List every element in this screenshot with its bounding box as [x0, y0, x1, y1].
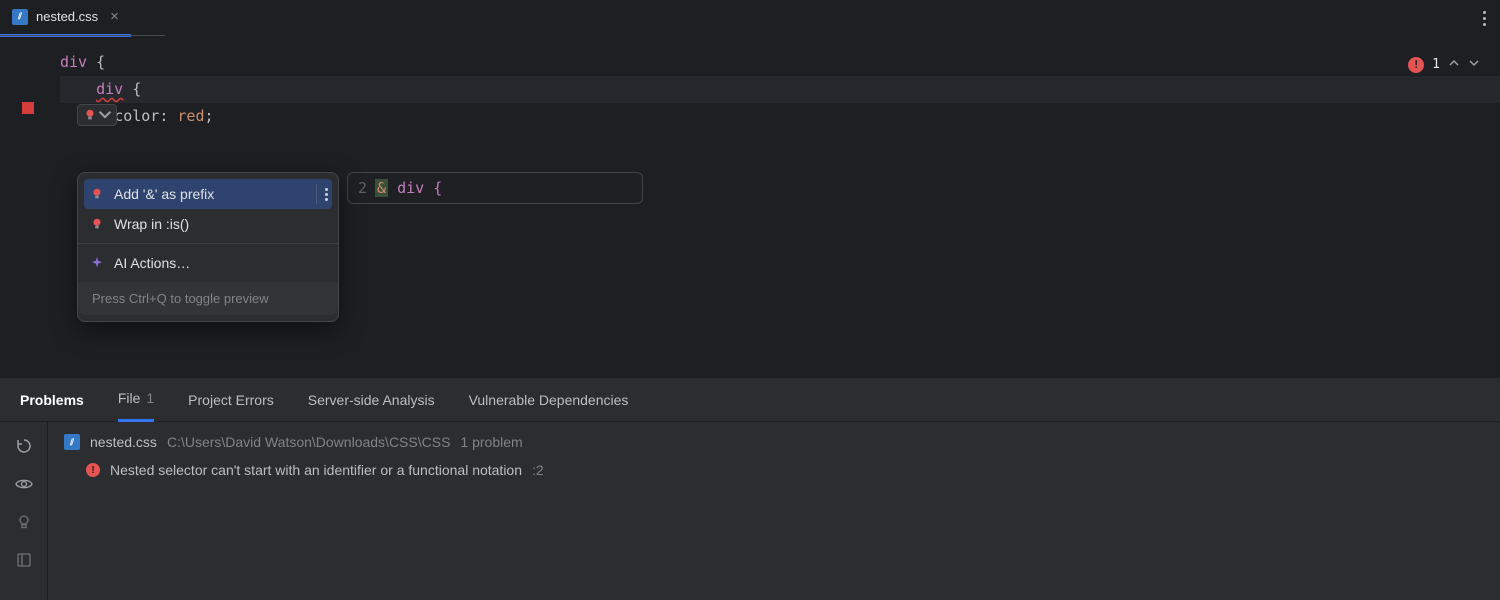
problem-location: :2 [532, 462, 544, 478]
lightbulb-icon [90, 217, 104, 231]
problems-file-name: nested.css [90, 434, 157, 450]
chevron-down-icon [98, 107, 112, 124]
intention-bulb-button[interactable] [77, 104, 117, 126]
panel-toolbar [0, 422, 48, 600]
file-tab-label: nested.css [36, 9, 98, 24]
tab-underline [0, 35, 165, 36]
sparkle-icon [90, 256, 104, 270]
quickfix-label: AI Actions… [114, 255, 190, 271]
problems-file-summary: 1 problem [460, 434, 522, 450]
problems-list: ⫽ nested.css C:\Users\David Watson\Downl… [48, 422, 1488, 600]
quickfix-preview: 2 & div { [347, 172, 643, 204]
refresh-icon[interactable] [14, 436, 34, 456]
panel-body: ⫽ nested.css C:\Users\David Watson\Downl… [0, 422, 1500, 600]
css-file-icon: ⫽ [12, 9, 28, 25]
error-icon: ! [86, 463, 100, 477]
close-icon[interactable]: × [110, 9, 119, 24]
lightbulb-icon[interactable] [14, 512, 34, 532]
layout-icon[interactable] [14, 550, 34, 570]
tab-file[interactable]: File 1 [118, 378, 154, 422]
problem-message: Nested selector can't start with an iden… [110, 462, 522, 478]
code-line: div { [60, 49, 1500, 76]
tab-project-errors[interactable]: Project Errors [188, 378, 274, 422]
scrollbar[interactable] [1488, 422, 1500, 600]
panel-tabs: Problems File 1 Project Errors Server-si… [0, 378, 1500, 422]
quickfix-add-prefix[interactable]: Add '&' as prefix [84, 179, 332, 209]
tab-problems[interactable]: Problems [20, 378, 84, 422]
menu-separator [78, 243, 338, 244]
more-options-icon[interactable] [316, 184, 328, 204]
gutter [0, 37, 60, 377]
quickfix-wrap-is[interactable]: Wrap in :is() [78, 209, 338, 239]
tab-bar: ⫽ nested.css × [0, 0, 1500, 37]
lightbulb-icon [83, 108, 97, 122]
editor-area: ! 1 div { div { color: red; [0, 37, 1500, 377]
preview-line-number: 2 [358, 179, 367, 197]
quickfix-hint: Press Ctrl+Q to toggle preview [78, 282, 338, 315]
code-line: div { [60, 76, 1500, 103]
quickfix-label: Add '&' as prefix [114, 186, 214, 202]
eye-icon[interactable] [14, 474, 34, 494]
tab-vulnerable-deps[interactable]: Vulnerable Dependencies [469, 378, 629, 422]
problems-file-header[interactable]: ⫽ nested.css C:\Users\David Watson\Downl… [64, 434, 1472, 450]
problem-entry[interactable]: ! Nested selector can't start with an id… [64, 462, 1472, 478]
problems-panel: Problems File 1 Project Errors Server-si… [0, 377, 1500, 600]
tab-overflow-menu[interactable] [1483, 11, 1486, 26]
file-tab[interactable]: ⫽ nested.css × [0, 0, 131, 37]
quickfix-ai-actions[interactable]: AI Actions… [78, 248, 338, 278]
css-file-icon: ⫽ [64, 434, 80, 450]
tab-server-side[interactable]: Server-side Analysis [308, 378, 435, 422]
breakpoint-marker[interactable] [22, 102, 34, 114]
code-line: color: red; [60, 103, 1500, 130]
lightbulb-icon [90, 187, 104, 201]
problems-file-path: C:\Users\David Watson\Downloads\CSS\CSS [167, 434, 450, 450]
preview-code: & div { [375, 179, 442, 197]
quickfix-menu: Add '&' as prefix Wrap in :is() AI Actio… [77, 172, 339, 322]
quickfix-label: Wrap in :is() [114, 216, 189, 232]
